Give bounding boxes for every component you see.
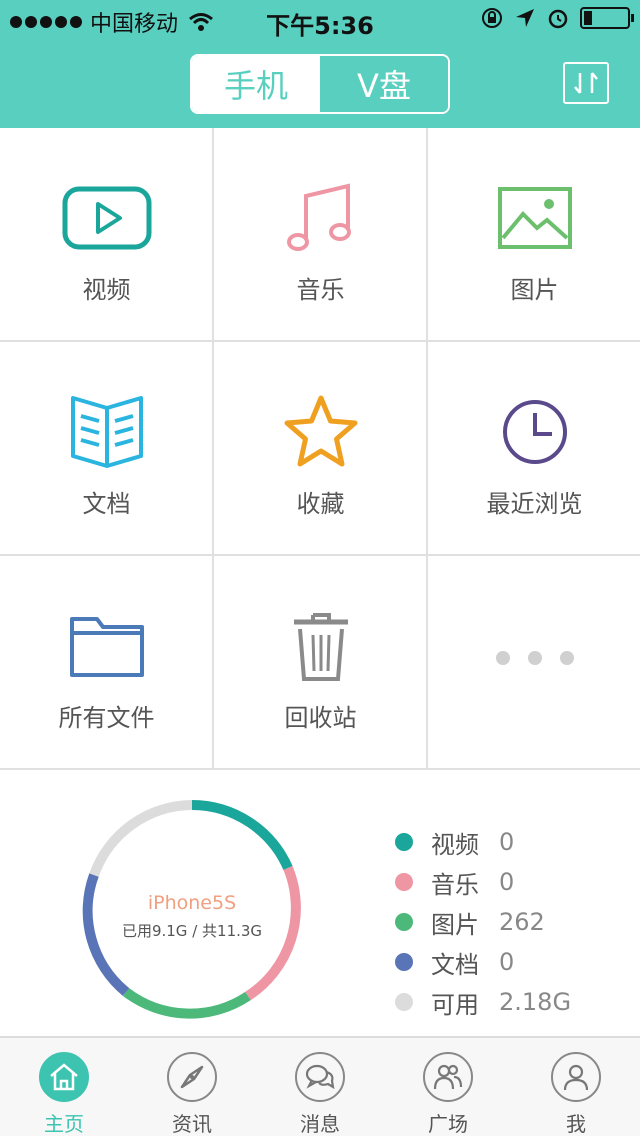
transfer-icon [574,72,598,94]
segment-phone[interactable]: 手机 [192,56,320,112]
person-icon [563,1064,589,1091]
clock-icon [502,400,567,464]
legend-value: 262 [499,908,545,936]
grid-item-label: 视频 [82,276,131,304]
legend-name: 音乐 [431,870,479,899]
grid-item-label: 回收站 [284,704,357,732]
segmented-control: 手机 V盘 [190,54,450,114]
tab-messages[interactable]: 消息 [256,1038,384,1136]
app: 中国移动 下午5:36 手机 V盘 视频 音乐 图片 文档 收藏 最近浏览 所有… [0,0,640,1136]
legend-dot [395,913,413,931]
status-bar: 中国移动 下午5:36 [0,0,640,40]
storage-usage: 已用9.1G / 共11.3G [121,922,263,940]
tab-news[interactable]: 资讯 [128,1038,256,1136]
grid-item-recent[interactable]: 最近浏览 [428,342,640,556]
legend-value: 0 [499,948,515,976]
location-icon [516,9,534,27]
transfer-button[interactable] [563,62,609,104]
users-icon [433,1064,463,1090]
legend-name: 可用 [431,990,479,1019]
legend-dot [395,833,413,851]
compass-icon [180,1065,204,1089]
donut-segment-image [122,987,251,1019]
document-icon [70,396,143,468]
grid-item-label: 文档 [82,490,131,518]
donut-segment-available [89,800,193,877]
legend-name: 视频 [431,830,479,859]
storage-stats: iPhone5S 已用9.1G / 共11.3G 视频 0 音乐 0 图片 26… [0,770,640,1036]
legend-item: 音乐 0 [395,862,571,902]
legend-item: 可用 2.18G [395,982,571,1022]
legend-name: 图片 [431,910,479,939]
status-right [480,6,634,30]
star-icon [284,395,357,467]
grid-item-music[interactable]: 音乐 [214,128,427,342]
music-icon [286,183,351,251]
tab-label: 我 [566,1112,586,1136]
grid-item-label: 图片 [510,276,559,304]
image-icon [497,187,572,249]
battery-icon [580,7,634,29]
tab-bar: 主页 资讯 消息 广场 我 [0,1036,640,1136]
tab-label: 消息 [300,1112,340,1136]
legend-item: 文档 0 [395,942,571,982]
trash-icon [293,613,348,681]
alarm-icon [548,9,568,29]
legend-dot [395,953,413,971]
legend-value: 0 [499,868,515,896]
segment-vdisk[interactable]: V盘 [320,56,448,112]
storage-legend: 视频 0 音乐 0 图片 262 文档 0 可用 2.18G [395,822,571,1022]
legend-name: 文档 [431,950,479,979]
donut-segment-video [191,800,293,871]
grid-item-label: 最近浏览 [486,490,583,518]
tab-me[interactable]: 我 [512,1038,640,1136]
tab-square[interactable]: 广场 [384,1038,512,1136]
chat-icon [305,1064,335,1090]
grid-item-video[interactable]: 视频 [0,128,213,342]
legend-item: 图片 262 [395,902,571,942]
category-grid: 视频 音乐 图片 文档 收藏 最近浏览 所有文件 回收站 [0,128,640,770]
grid-item-favorites[interactable]: 收藏 [214,342,427,556]
grid-item-all-files[interactable]: 所有文件 [0,556,213,770]
device-name: iPhone5S [147,892,237,914]
grid-item-label: 所有文件 [58,704,155,732]
legend-dot [395,993,413,1011]
video-icon [62,186,151,250]
rotation-lock-icon [482,8,502,28]
legend-value: 2.18G [499,988,572,1016]
tab-label: 广场 [428,1112,468,1136]
grid-item-document[interactable]: 文档 [0,342,213,556]
grid-item-trash[interactable]: 回收站 [214,556,427,770]
grid-item-label: 音乐 [296,276,345,304]
header: 中国移动 下午5:36 手机 V盘 [0,0,640,128]
folder-icon [69,617,144,677]
tab-home[interactable]: 主页 [0,1038,128,1136]
tab-label: 资讯 [172,1112,212,1136]
legend-value: 0 [499,828,515,856]
legend-dot [395,873,413,891]
more-icon [495,651,574,665]
grid-item-more[interactable] [428,556,640,770]
home-icon [50,1063,78,1091]
grid-item-image[interactable]: 图片 [428,128,640,342]
legend-item: 视频 0 [395,822,571,862]
tab-label: 主页 [44,1112,84,1136]
grid-item-label: 收藏 [296,490,345,518]
